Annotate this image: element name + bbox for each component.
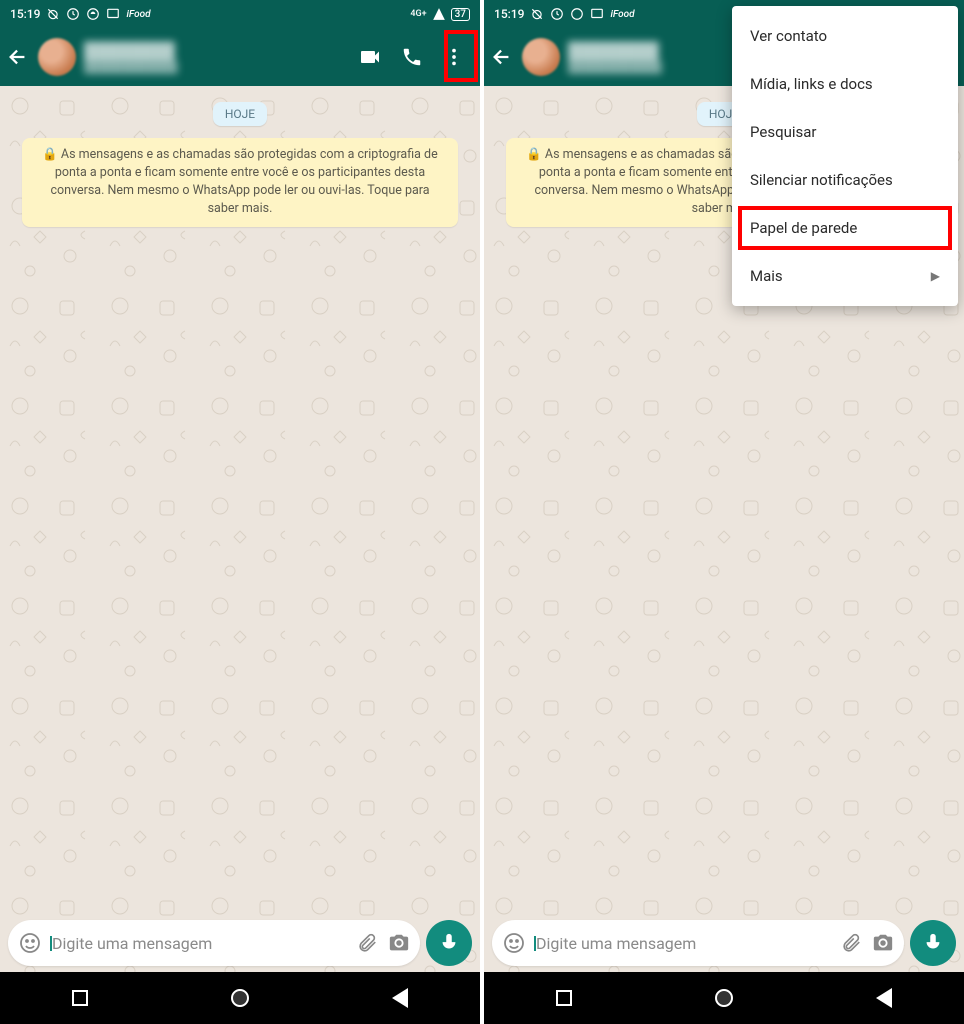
- chevron-right-icon: ▶: [931, 269, 940, 283]
- nav-recents[interactable]: [556, 990, 572, 1006]
- menu-view-contact[interactable]: Ver contato: [732, 12, 958, 60]
- menu-wallpaper[interactable]: Papel de parede: [732, 204, 958, 252]
- alarm-off-icon: [46, 7, 60, 21]
- battery-icon: 37: [451, 8, 470, 21]
- more-options-button[interactable]: [442, 45, 466, 69]
- menu-mute-notifications[interactable]: Silenciar notificações: [732, 156, 958, 204]
- contact-info[interactable]: ████████ ████████████: [84, 41, 350, 74]
- status-bar: 15:19 iFood 4G+ 37: [0, 0, 480, 28]
- menu-more[interactable]: Mais ▶: [732, 252, 958, 300]
- chat-header: ████████ ████████████: [0, 28, 480, 86]
- attach-icon[interactable]: [356, 932, 378, 954]
- input-placeholder: Digite uma mensagem: [52, 934, 346, 953]
- whatsapp-status-icon: [570, 7, 584, 21]
- nav-home[interactable]: [231, 989, 249, 1007]
- voice-call-button[interactable]: [400, 45, 424, 69]
- status-time: 15:19: [10, 7, 40, 21]
- options-menu: Ver contato Mídia, links e docs Pesquisa…: [732, 6, 958, 306]
- whatsapp-status-icon: [86, 7, 100, 21]
- signal-icon: [432, 7, 446, 21]
- message-input-bar: Digite uma mensagem: [0, 914, 480, 972]
- status-time: 15:19: [494, 7, 524, 21]
- network-type: 4G+: [410, 9, 426, 19]
- message-input-bar: Digite uma mensagem: [484, 914, 964, 972]
- contact-avatar[interactable]: [522, 38, 560, 76]
- contact-avatar[interactable]: [38, 38, 76, 76]
- phone-screen-right: 15:19 iFood 4G+ 37 ████████ ████████████…: [484, 0, 964, 1024]
- input-placeholder: Digite uma mensagem: [536, 934, 830, 953]
- emoji-icon[interactable]: [18, 931, 42, 955]
- back-button[interactable]: [6, 45, 30, 69]
- emoji-icon[interactable]: [502, 931, 526, 955]
- voice-message-button[interactable]: [910, 920, 956, 966]
- phone-screen-left: 15:19 iFood 4G+ 37: [0, 0, 480, 1024]
- cast-icon: [590, 7, 604, 21]
- cast-icon: [106, 7, 120, 21]
- alarm-off-icon: [530, 7, 544, 21]
- chat-messages-area[interactable]: HOJE 🔒 As mensagens e as chamadas são pr…: [0, 86, 480, 1024]
- message-input[interactable]: Digite uma mensagem: [492, 920, 904, 966]
- attach-icon[interactable]: [840, 932, 862, 954]
- menu-media-links-docs[interactable]: Mídia, links e docs: [732, 60, 958, 108]
- camera-icon[interactable]: [872, 932, 894, 954]
- app-icon: iFood: [610, 9, 634, 20]
- nav-back[interactable]: [876, 988, 892, 1008]
- camera-icon[interactable]: [388, 932, 410, 954]
- voice-message-button[interactable]: [426, 920, 472, 966]
- nav-home[interactable]: [715, 989, 733, 1007]
- clock-icon: [66, 7, 80, 21]
- android-nav-bar: [0, 972, 480, 1024]
- android-nav-bar: [484, 972, 964, 1024]
- video-call-button[interactable]: [358, 45, 382, 69]
- date-separator: HOJE: [213, 102, 267, 126]
- nav-recents[interactable]: [72, 990, 88, 1006]
- back-button[interactable]: [490, 45, 514, 69]
- nav-back[interactable]: [392, 988, 408, 1008]
- encryption-notice[interactable]: 🔒 As mensagens e as chamadas são protegi…: [22, 138, 458, 227]
- message-input[interactable]: Digite uma mensagem: [8, 920, 420, 966]
- clock-icon: [550, 7, 564, 21]
- app-icon: iFood: [126, 9, 150, 20]
- menu-search[interactable]: Pesquisar: [732, 108, 958, 156]
